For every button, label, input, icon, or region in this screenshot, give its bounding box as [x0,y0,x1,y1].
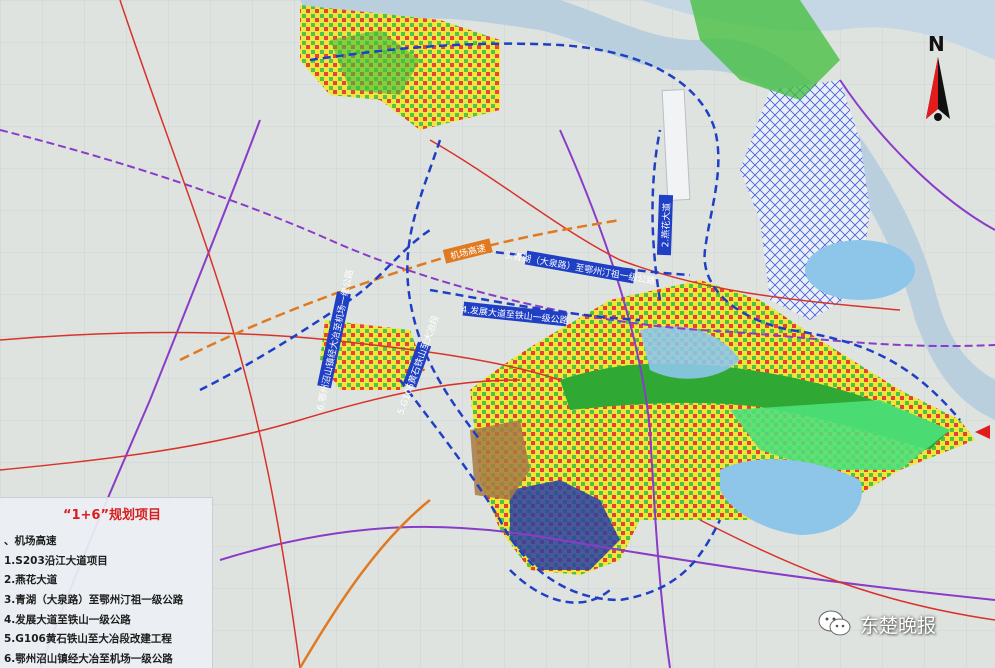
watermark-text: 东楚晚报 [860,614,937,637]
legend-item-airport: 、机场高速 [4,535,57,547]
legend-item-4: 4.发展大道至铁山一级公路 [4,613,131,626]
project-legend: “1+6”规划项目 、机场高速 1.S203沿江大道项目 2.燕花大道 3.青湖… [0,497,213,668]
watermark: 东楚晚报 [818,606,936,642]
north-arrow-compass: N [918,32,958,127]
north-arrow-icon [926,57,950,121]
legend-item-2: 2.燕花大道 [4,574,58,587]
legend-item-3: 3.青湖（大泉路）至鄂州汀祖一级公路 [4,594,184,607]
wechat-icon [818,610,851,636]
legend-item-5: 5.G106黄石铁山至大冶段改建工程 [4,633,172,646]
planning-map: 2.燕花大道 3.青湖（大泉路）至鄂州汀祖一级公路 4.发展大道至铁山一级公路 … [0,0,995,668]
lake-east [805,240,915,300]
legend-item-1: 1.S203沿江大道项目 [4,554,108,567]
legend-item-6: 6.鄂州沼山镇经大冶至机场一级公路 [4,653,173,666]
legend-title: “1+6”规划项目 [62,508,162,523]
road-label-yanhua: 2.燕花大道 [656,194,674,256]
compass-label: N [928,32,945,56]
legend-list: 、机场高速 1.S203沿江大道项目 2.燕花大道 3.青湖（大泉路）至鄂州汀祖… [4,532,183,668]
